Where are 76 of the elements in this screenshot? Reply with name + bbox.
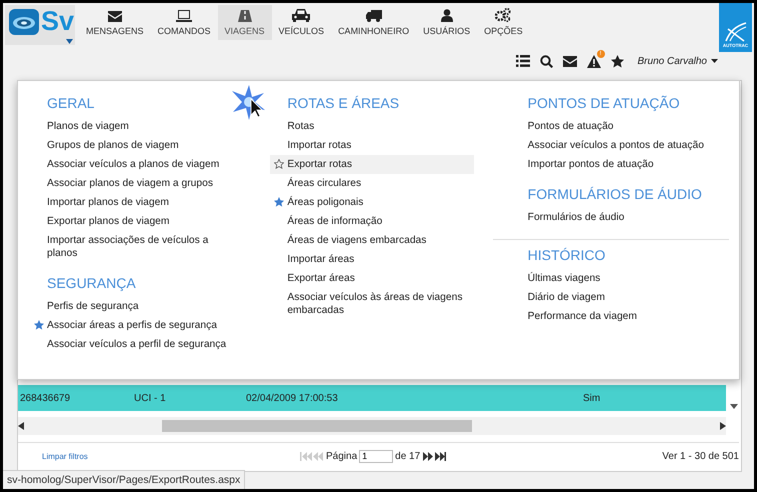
caret-icon[interactable]	[66, 39, 73, 44]
menu-item[interactable]: Importar associações de veículos a planos	[30, 231, 234, 263]
nav-tab[interactable]: USUÁRIOS	[416, 5, 478, 40]
menu-item[interactable]: Planos de viagem	[30, 117, 234, 136]
search-icon[interactable]	[540, 54, 553, 68]
nav-tab[interactable]: VIAGENS	[218, 5, 272, 40]
nav-tab[interactable]: OPÇÕES	[477, 5, 530, 40]
status-url: sv-homolog/SuperVisor/Pages/ExportRoutes.aspx	[3, 470, 246, 489]
menu-item[interactable]: Exportar rotas	[270, 155, 474, 174]
scroll-right-icon[interactable]	[720, 422, 726, 430]
envelope-icon[interactable]	[562, 56, 577, 66]
nav-tab[interactable]: COMANDOS	[150, 5, 218, 40]
record-range: Ver 1 - 30 de 501	[662, 450, 739, 462]
star-outline-icon[interactable]	[274, 159, 284, 169]
menu-item[interactable]: Perfis de segurança	[30, 297, 234, 316]
section-title: HISTÓRICO	[528, 247, 606, 263]
envelope-icon	[108, 11, 122, 22]
section-title: ROTAS E ÁREAS	[287, 95, 400, 111]
menu-item[interactable]: Áreas circulares	[270, 174, 474, 193]
menu-item[interactable]: Associar veículos a perfil de segurança	[30, 335, 234, 354]
table-cell-text: UCI - 1	[134, 392, 167, 404]
menu-item[interactable]: Grupos de planos de viagem	[30, 136, 234, 155]
next-last-page-icon[interactable]	[422, 452, 446, 460]
menu-item[interactable]: Associar veículos a pontos de atuação	[510, 136, 715, 155]
menu-item[interactable]: Associar planos de viagem a grupos	[30, 174, 234, 193]
truck-icon	[366, 10, 382, 22]
warning-icon[interactable]	[586, 54, 601, 68]
menu-item[interactable]: Áreas de informação	[270, 212, 474, 231]
page-input[interactable]: 1	[359, 450, 394, 462]
menu-item[interactable]: Associar áreas a perfis de segurança	[30, 316, 234, 335]
menu-item[interactable]: Diário de viagem	[510, 288, 715, 307]
section-title: GERAL	[47, 95, 96, 111]
table-cell-text: 268436679	[19, 392, 72, 404]
menu-item[interactable]: Associar veículos às áreas de viagens embarcadas	[270, 288, 474, 320]
menu-item[interactable]: Pontos de atuação	[510, 117, 715, 136]
nav-tab[interactable]: MENSAGENS	[79, 5, 151, 40]
scroll-left-icon[interactable]	[18, 422, 24, 430]
road-icon	[238, 10, 252, 22]
caret-icon	[711, 59, 718, 63]
scroll-down-icon[interactable]	[730, 404, 738, 409]
menu-item[interactable]: Exportar planos de viagem	[30, 212, 234, 231]
menu-item[interactable]: Formulários de áudio	[510, 208, 715, 227]
scrollbar-thumb[interactable]	[162, 420, 472, 432]
star-icon[interactable]	[34, 320, 44, 330]
menu-item[interactable]: Performance da viagem	[510, 307, 715, 326]
page-total: de 17	[395, 450, 420, 462]
star-icon[interactable]	[274, 197, 284, 207]
table-cell-text: 02/04/2009 17:00:53	[246, 392, 339, 404]
menu-item[interactable]: Importar pontos de atuação	[510, 155, 715, 174]
menu-item[interactable]: Importar áreas	[270, 250, 474, 269]
menu-item[interactable]: Exportar áreas	[270, 269, 474, 288]
laptop-icon	[176, 10, 192, 22]
table-cell-text: Sim	[583, 392, 602, 404]
menu-item[interactable]: Importar planos de viagem	[30, 193, 234, 212]
section-title: FORMULÁRIOS DE ÁUDIO	[528, 186, 703, 202]
menu-item[interactable]: Últimas viagens	[510, 269, 715, 288]
menu-item[interactable]: Associar veículos a planos de viagem	[30, 155, 234, 174]
user-menu[interactable]: Bruno Carvalho	[638, 56, 718, 66]
menu-item[interactable]: Áreas de viagens embarcadas	[270, 231, 474, 250]
brand-mark-icon	[724, 21, 748, 43]
menu-item[interactable]: Importar rotas	[270, 136, 474, 155]
list-icon[interactable]	[516, 55, 530, 67]
logo-icon[interactable]	[9, 9, 39, 35]
gears-icon	[495, 8, 512, 22]
menu-item[interactable]: Áreas poligonais	[270, 193, 474, 212]
page-label: Página	[326, 450, 358, 462]
user-icon	[440, 9, 453, 22]
menu-item[interactable]: Rotas	[270, 117, 474, 136]
table-row[interactable]: 268436679 UCI - 1 02/04/2009 17:00:53 Sim	[18, 385, 726, 411]
nav-tab[interactable]: VEÍCULOS	[272, 5, 332, 40]
clear-filters-link[interactable]: Limpar filtros	[42, 452, 300, 460]
nav-tab[interactable]: CAMINHONEIRO	[331, 5, 416, 40]
star-icon[interactable]	[610, 54, 624, 68]
section-title: SEGURANÇA	[47, 275, 137, 291]
section-title: PONTOS DE ATUAÇÃO	[528, 95, 681, 111]
car-icon	[292, 9, 310, 22]
